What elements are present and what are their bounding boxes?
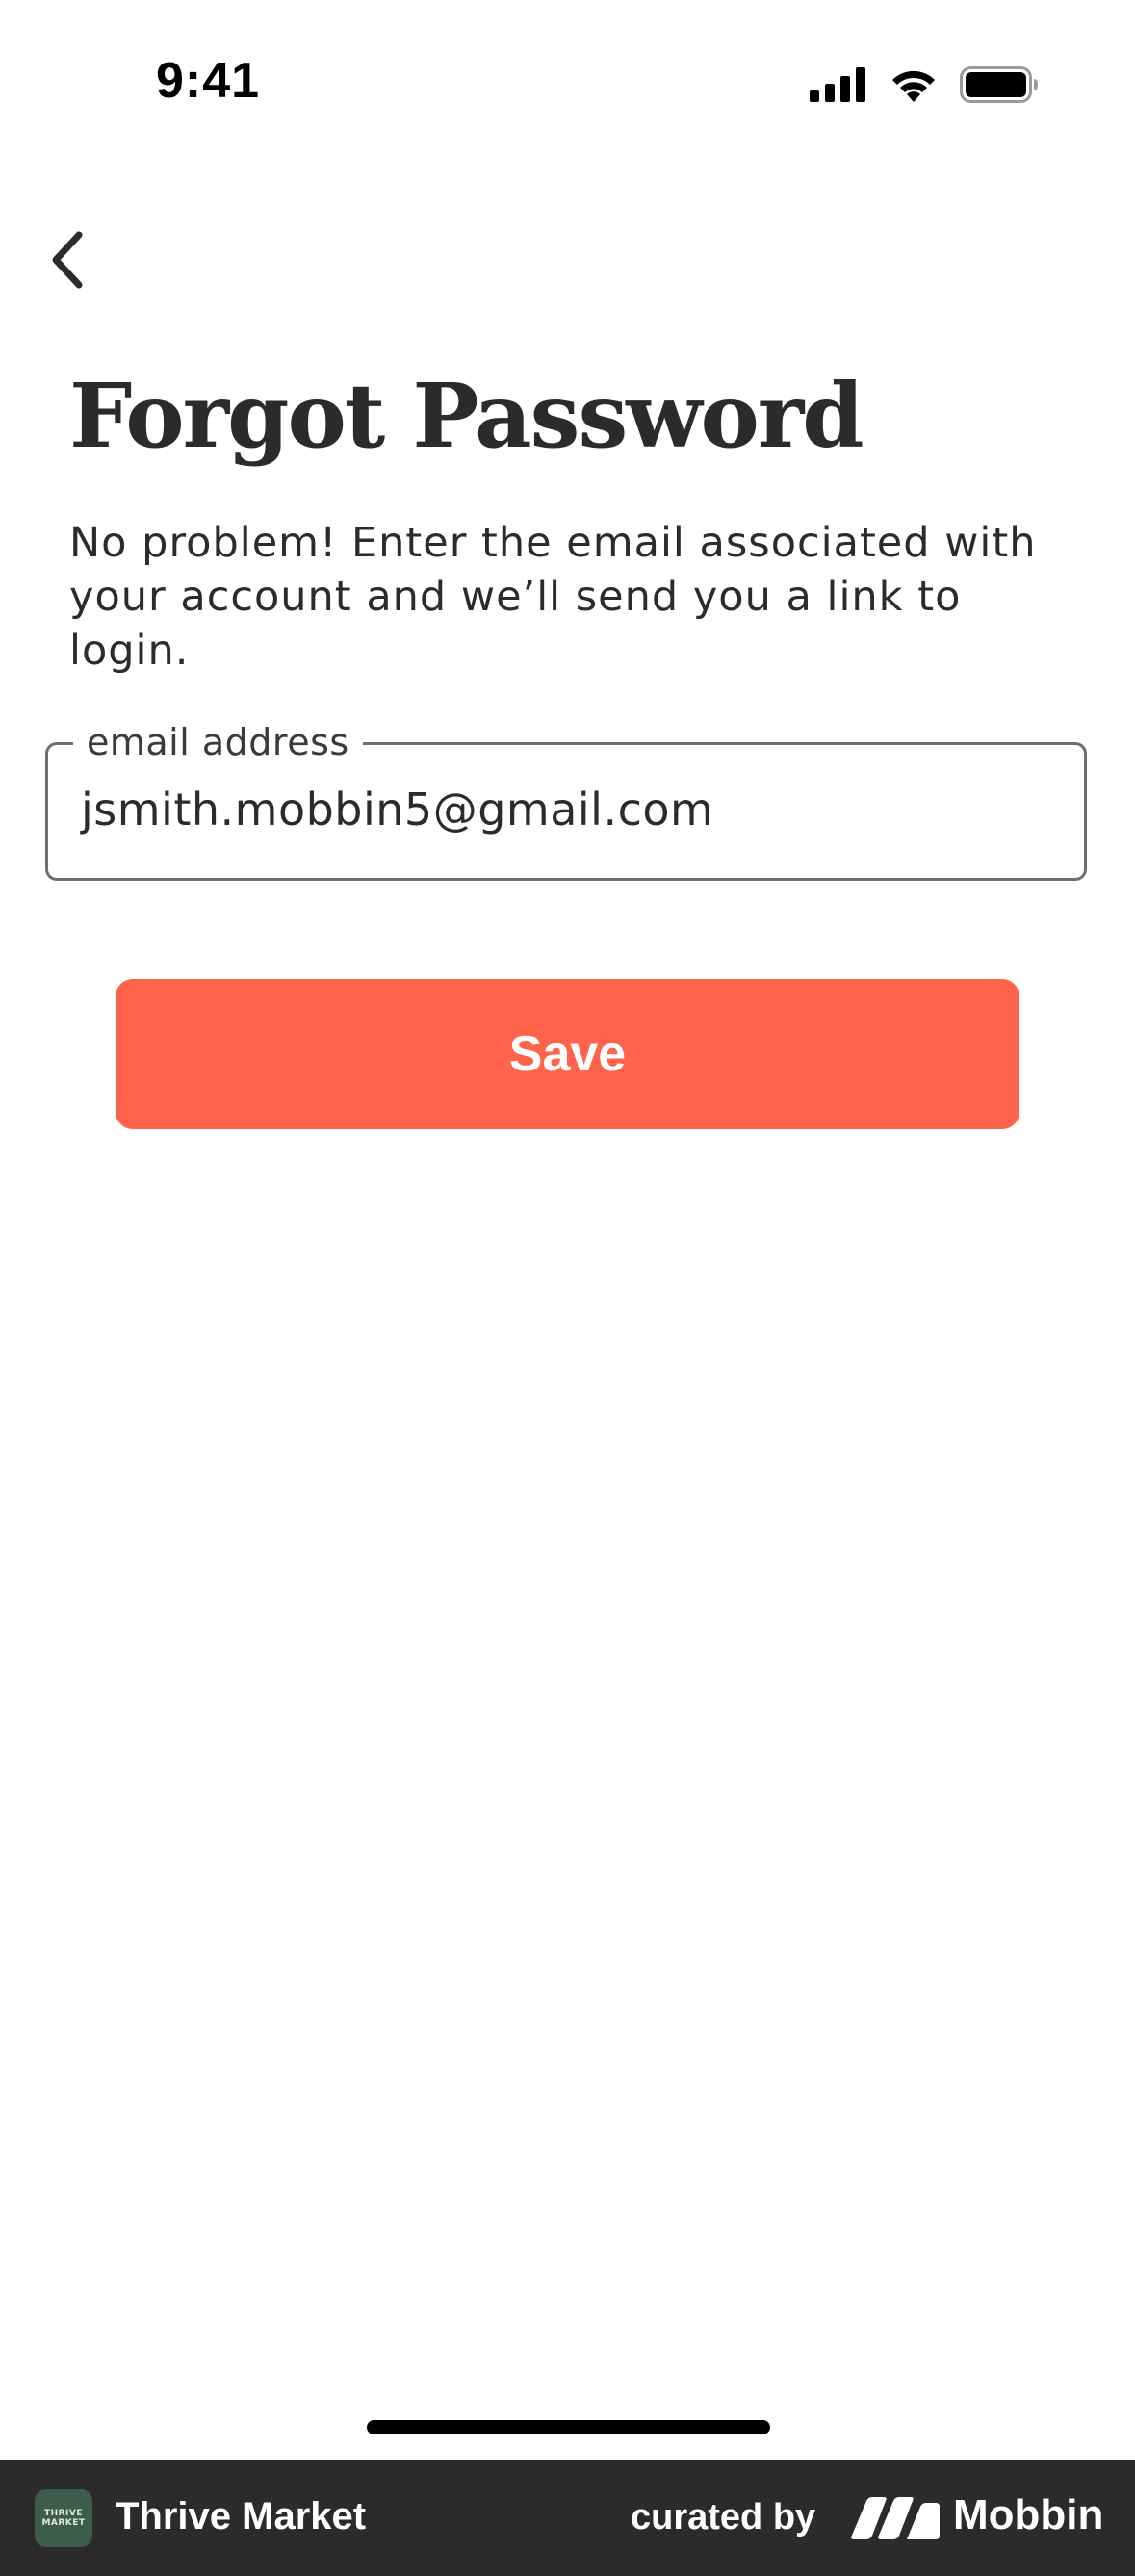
email-field-label: email address [73, 715, 363, 769]
mobbin-logo-icon [851, 2497, 940, 2539]
footer-bar: THRIVE MARKET Thrive Market curated by M… [0, 2460, 1135, 2576]
cellular-signal-icon [810, 67, 865, 102]
wifi-icon [892, 70, 935, 102]
battery-icon [960, 66, 1038, 103]
back-button[interactable] [29, 217, 106, 303]
email-input-value[interactable]: jsmith.mobbin5@gmail.com [81, 784, 713, 836]
curated-by-label: curated by [631, 2497, 816, 2537]
mobbin-brand: Mobbin [953, 2491, 1104, 2538]
status-icons [810, 64, 1039, 106]
page-description: No problem! Enter the email associated w… [69, 519, 1037, 675]
app-name: Thrive Market [116, 2495, 367, 2537]
page-title: Forgot Password [69, 364, 864, 468]
email-field[interactable]: email address jsmith.mobbin5@gmail.com [45, 715, 1087, 881]
chevron-left-icon [52, 231, 83, 289]
save-button[interactable]: Save [116, 979, 1019, 1129]
status-time: 9:41 [156, 53, 261, 109]
home-indicator [367, 2420, 770, 2434]
status-bar: 9:41 [0, 0, 1135, 164]
app-logo: THRIVE MARKET [35, 2489, 92, 2547]
app-logo-text: THRIVE MARKET [41, 2509, 86, 2528]
